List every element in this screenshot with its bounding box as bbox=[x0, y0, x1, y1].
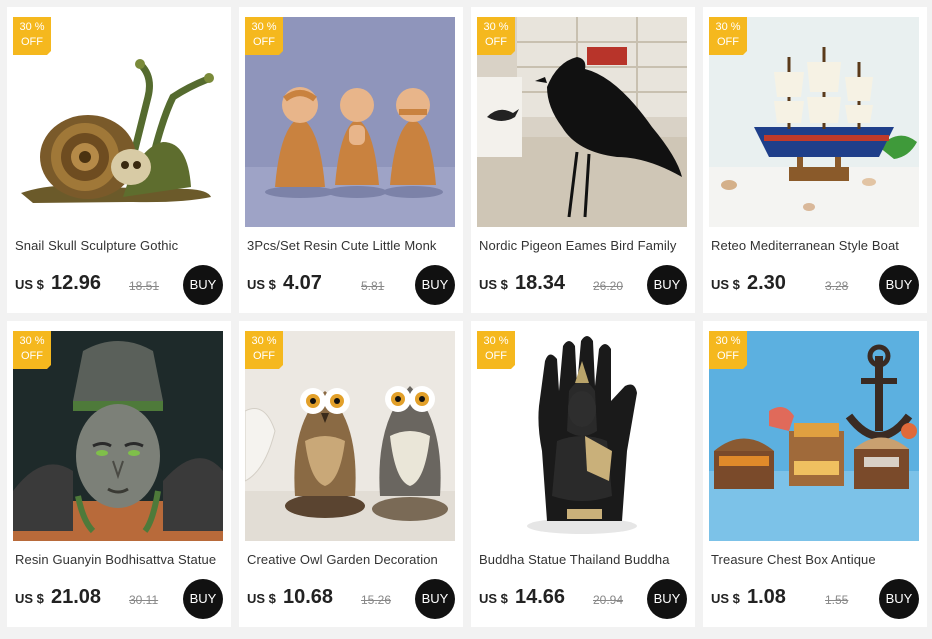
currency-label: US $ bbox=[15, 277, 44, 292]
product-title[interactable]: 3Pcs/Set Resin Cute Little Monk bbox=[247, 238, 457, 256]
price-row: US $ 2.30 3.28 bbox=[711, 271, 891, 299]
original-price: 18.51 bbox=[129, 279, 160, 293]
discount-percent: 30 % bbox=[483, 21, 509, 33]
original-price: 15.26 bbox=[361, 593, 392, 607]
currency-label: US $ bbox=[711, 591, 740, 606]
product-title[interactable]: Resin Guanyin Bodhisattva Statue bbox=[15, 552, 225, 570]
price-row: US $ 10.68 15.26 bbox=[247, 585, 427, 613]
discount-badge: 30 % OFF bbox=[709, 331, 747, 369]
sale-price: 21.08 bbox=[51, 586, 102, 608]
currency-label: US $ bbox=[247, 591, 276, 606]
product-card[interactable]: 30 % OFF Nordic Pigeon Eames Bird Family… bbox=[471, 7, 695, 313]
discount-percent: 30 % bbox=[19, 335, 45, 347]
buy-button[interactable]: BUY bbox=[647, 265, 687, 305]
buy-button[interactable]: BUY bbox=[879, 579, 919, 619]
buy-button[interactable]: BUY bbox=[879, 265, 919, 305]
price-row: US $ 21.08 30.11 bbox=[15, 585, 195, 613]
currency-label: US $ bbox=[479, 277, 508, 292]
discount-badge: 30 % OFF bbox=[245, 17, 283, 55]
product-card[interactable]: 30 % OFF Creative Owl Garden Decoration … bbox=[239, 321, 463, 627]
sale-price: 10.68 bbox=[283, 586, 334, 608]
original-price: 1.55 bbox=[825, 593, 849, 607]
product-card[interactable]: 30 % OFF Reteo Mediterranean Style Boat … bbox=[703, 7, 927, 313]
product-title[interactable]: Snail Skull Sculpture Gothic bbox=[15, 238, 225, 256]
product-card[interactable]: 30 % OFF Resin Guanyin Bodhisattva Statu… bbox=[7, 321, 231, 627]
buy-button[interactable]: BUY bbox=[183, 265, 223, 305]
discount-percent: 30 % bbox=[715, 335, 741, 347]
product-card[interactable]: 30 % OFF Treasure Chest Box Antique US $… bbox=[703, 321, 927, 627]
currency-label: US $ bbox=[711, 277, 740, 292]
sale-price: 12.96 bbox=[51, 272, 102, 294]
buy-button[interactable]: BUY bbox=[183, 579, 223, 619]
price-row: US $ 12.96 18.51 bbox=[15, 271, 195, 299]
product-grid: 30 % OFF Snail Skull Sculpture Gothic US… bbox=[0, 0, 932, 639]
currency-label: US $ bbox=[15, 591, 44, 606]
sale-price: 2.30 bbox=[747, 272, 786, 294]
discount-badge: 30 % OFF bbox=[709, 17, 747, 55]
discount-off-label: OFF bbox=[485, 36, 507, 48]
discount-off-label: OFF bbox=[485, 350, 507, 362]
original-price: 3.28 bbox=[825, 279, 849, 293]
product-title[interactable]: Reteo Mediterranean Style Boat bbox=[711, 238, 921, 256]
discount-off-label: OFF bbox=[253, 350, 275, 362]
original-price: 26.20 bbox=[593, 279, 624, 293]
price-row: US $ 18.34 26.20 bbox=[479, 271, 659, 299]
product-title[interactable]: Treasure Chest Box Antique bbox=[711, 552, 921, 570]
buy-button[interactable]: BUY bbox=[415, 265, 455, 305]
sale-price: 4.07 bbox=[283, 272, 322, 294]
discount-badge: 30 % OFF bbox=[477, 331, 515, 369]
product-title[interactable]: Buddha Statue Thailand Buddha bbox=[479, 552, 689, 570]
original-price: 20.94 bbox=[593, 593, 624, 607]
discount-badge: 30 % OFF bbox=[13, 331, 51, 369]
discount-off-label: OFF bbox=[717, 36, 739, 48]
sale-price: 1.08 bbox=[747, 586, 786, 608]
product-title[interactable]: Creative Owl Garden Decoration bbox=[247, 552, 457, 570]
product-card[interactable]: 30 % OFF Snail Skull Sculpture Gothic US… bbox=[7, 7, 231, 313]
original-price: 30.11 bbox=[129, 593, 159, 607]
discount-badge: 30 % OFF bbox=[477, 17, 515, 55]
discount-percent: 30 % bbox=[251, 21, 277, 33]
price-row: US $ 4.07 5.81 bbox=[247, 271, 427, 299]
price-row: US $ 1.08 1.55 bbox=[711, 585, 891, 613]
discount-percent: 30 % bbox=[483, 335, 509, 347]
buy-button[interactable]: BUY bbox=[415, 579, 455, 619]
sale-price: 14.66 bbox=[515, 586, 566, 608]
discount-off-label: OFF bbox=[21, 36, 43, 48]
discount-off-label: OFF bbox=[21, 350, 43, 362]
buy-button[interactable]: BUY bbox=[647, 579, 687, 619]
product-card[interactable]: 30 % OFF Buddha Statue Thailand Buddha U… bbox=[471, 321, 695, 627]
sale-price: 18.34 bbox=[515, 272, 566, 294]
discount-off-label: OFF bbox=[253, 36, 275, 48]
discount-percent: 30 % bbox=[715, 21, 741, 33]
currency-label: US $ bbox=[247, 277, 276, 292]
original-price: 5.81 bbox=[361, 279, 385, 293]
discount-badge: 30 % OFF bbox=[245, 331, 283, 369]
price-row: US $ 14.66 20.94 bbox=[479, 585, 659, 613]
discount-badge: 30 % OFF bbox=[13, 17, 51, 55]
discount-off-label: OFF bbox=[717, 350, 739, 362]
product-card[interactable]: 30 % OFF 3Pcs/Set Resin Cute Little Monk… bbox=[239, 7, 463, 313]
discount-percent: 30 % bbox=[19, 21, 45, 33]
product-title[interactable]: Nordic Pigeon Eames Bird Family bbox=[479, 238, 689, 256]
currency-label: US $ bbox=[479, 591, 508, 606]
discount-percent: 30 % bbox=[251, 335, 277, 347]
